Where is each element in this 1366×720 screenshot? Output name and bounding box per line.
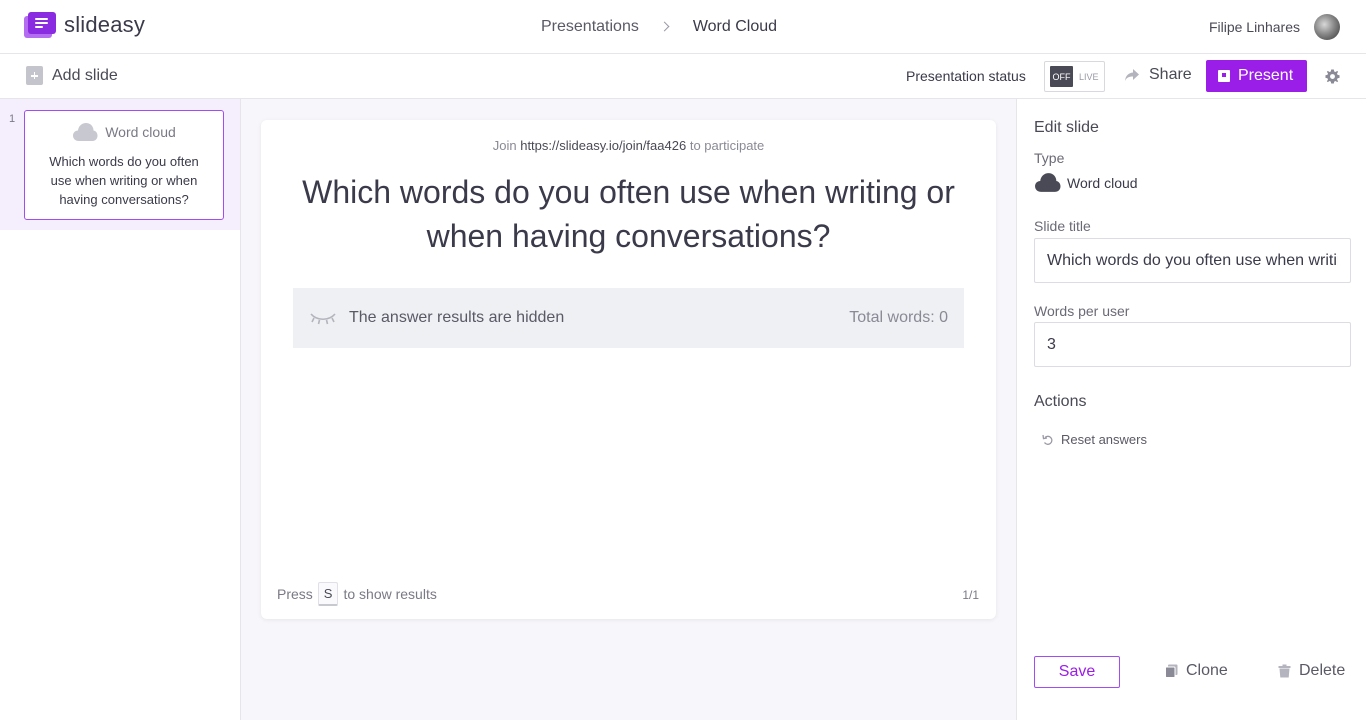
- type-label: Type: [1034, 150, 1065, 166]
- slide-list-item[interactable]: 1 Word cloud Which words do you often us…: [0, 99, 240, 230]
- reset-answers-label: Reset answers: [1061, 432, 1147, 447]
- top-header: slideasy Presentations Word Cloud Filipe…: [0, 0, 1366, 54]
- join-instructions: Join https://slideasy.io/join/faa426 to …: [261, 138, 996, 153]
- gear-icon[interactable]: [1325, 69, 1340, 84]
- join-prefix: Join: [492, 138, 517, 153]
- words-per-user-input[interactable]: [1034, 322, 1351, 367]
- slide-title-label: Slide title: [1034, 218, 1091, 234]
- present-button[interactable]: Present: [1206, 60, 1307, 92]
- slide-list: 1 Word cloud Which words do you often us…: [0, 99, 241, 720]
- slide-type-display: Word cloud: [1034, 171, 1138, 194]
- add-slide-icon: [26, 66, 43, 85]
- user-name: Filipe Linhares: [1208, 19, 1300, 35]
- slide-preview: Join https://slideasy.io/join/faa426 to …: [261, 120, 996, 619]
- delete-label: Delete: [1299, 662, 1346, 679]
- clone-label: Clone: [1186, 662, 1228, 679]
- join-url[interactable]: https://slideasy.io/join/faa426: [520, 138, 686, 153]
- avatar[interactable]: [1314, 14, 1340, 40]
- toggle-off-state: OFF: [1050, 66, 1073, 87]
- words-per-user-label: Words per user: [1034, 303, 1130, 319]
- press-prefix: Press: [277, 586, 313, 602]
- presentation-status-toggle[interactable]: OFF LIVE: [1044, 61, 1105, 92]
- join-suffix: to participate: [689, 138, 765, 153]
- app-name: slideasy: [64, 12, 146, 37]
- undo-icon: [1042, 434, 1053, 445]
- clone-button[interactable]: Clone: [1165, 662, 1228, 680]
- breadcrumb: Presentations Word Cloud: [541, 18, 777, 36]
- slide-thumbnail-text: Which words do you often use when writin…: [49, 154, 199, 207]
- copy-icon: [1165, 664, 1178, 678]
- slide-number: 1: [9, 113, 16, 125]
- present-label: Present: [1238, 67, 1294, 84]
- chevron-right-icon: [661, 20, 671, 34]
- slide-type-label: Word cloud: [105, 124, 176, 140]
- cloud-icon: [73, 123, 98, 141]
- save-button[interactable]: Save: [1034, 656, 1120, 688]
- toggle-live-state: LIVE: [1079, 71, 1099, 82]
- cloud-icon: [1035, 173, 1061, 192]
- share-button[interactable]: Share: [1124, 66, 1192, 84]
- slide-type-value: Word cloud: [1067, 174, 1138, 191]
- slide-pager: 1/1: [962, 588, 979, 602]
- present-screen-icon: [1218, 70, 1230, 82]
- delete-button[interactable]: Delete: [1278, 662, 1345, 680]
- press-suffix: to show results: [343, 586, 437, 602]
- add-slide-button[interactable]: Add slide: [26, 66, 118, 85]
- slide-title-input[interactable]: [1034, 238, 1351, 283]
- slideasy-logo-icon: [24, 12, 56, 38]
- total-words-count: Total words: 0: [849, 309, 948, 326]
- share-arrow-icon: [1125, 69, 1139, 81]
- edit-slide-panel: Edit slide Type Word cloud Slide title W…: [1016, 99, 1366, 720]
- results-hidden-bar: The answer results are hidden Total word…: [293, 288, 964, 348]
- share-label: Share: [1149, 66, 1192, 83]
- presentation-status-label: Presentation status: [906, 68, 1026, 84]
- closed-eye-icon: [310, 313, 336, 325]
- add-slide-label: Add slide: [52, 66, 118, 84]
- trash-icon: [1278, 664, 1291, 678]
- reset-answers-button[interactable]: Reset answers: [1042, 432, 1147, 447]
- app-logo[interactable]: slideasy: [24, 12, 145, 38]
- user-menu[interactable]: Filipe Linhares: [1209, 14, 1340, 40]
- editor-toolbar: Add slide Presentation status OFF LIVE S…: [0, 54, 1366, 99]
- slide-question: Which words do you often use when writin…: [302, 174, 955, 254]
- breadcrumb-presentations[interactable]: Presentations: [541, 18, 639, 36]
- actions-title: Actions: [1034, 393, 1087, 410]
- edit-slide-title: Edit slide: [1034, 119, 1099, 136]
- keyboard-shortcut-key: S: [317, 582, 339, 606]
- slide-thumbnail[interactable]: Word cloud Which words do you often use …: [24, 110, 224, 220]
- results-hidden-message: The answer results are hidden: [349, 309, 565, 326]
- show-results-hint: Press S to show results: [277, 582, 437, 606]
- breadcrumb-current: Word Cloud: [692, 18, 778, 35]
